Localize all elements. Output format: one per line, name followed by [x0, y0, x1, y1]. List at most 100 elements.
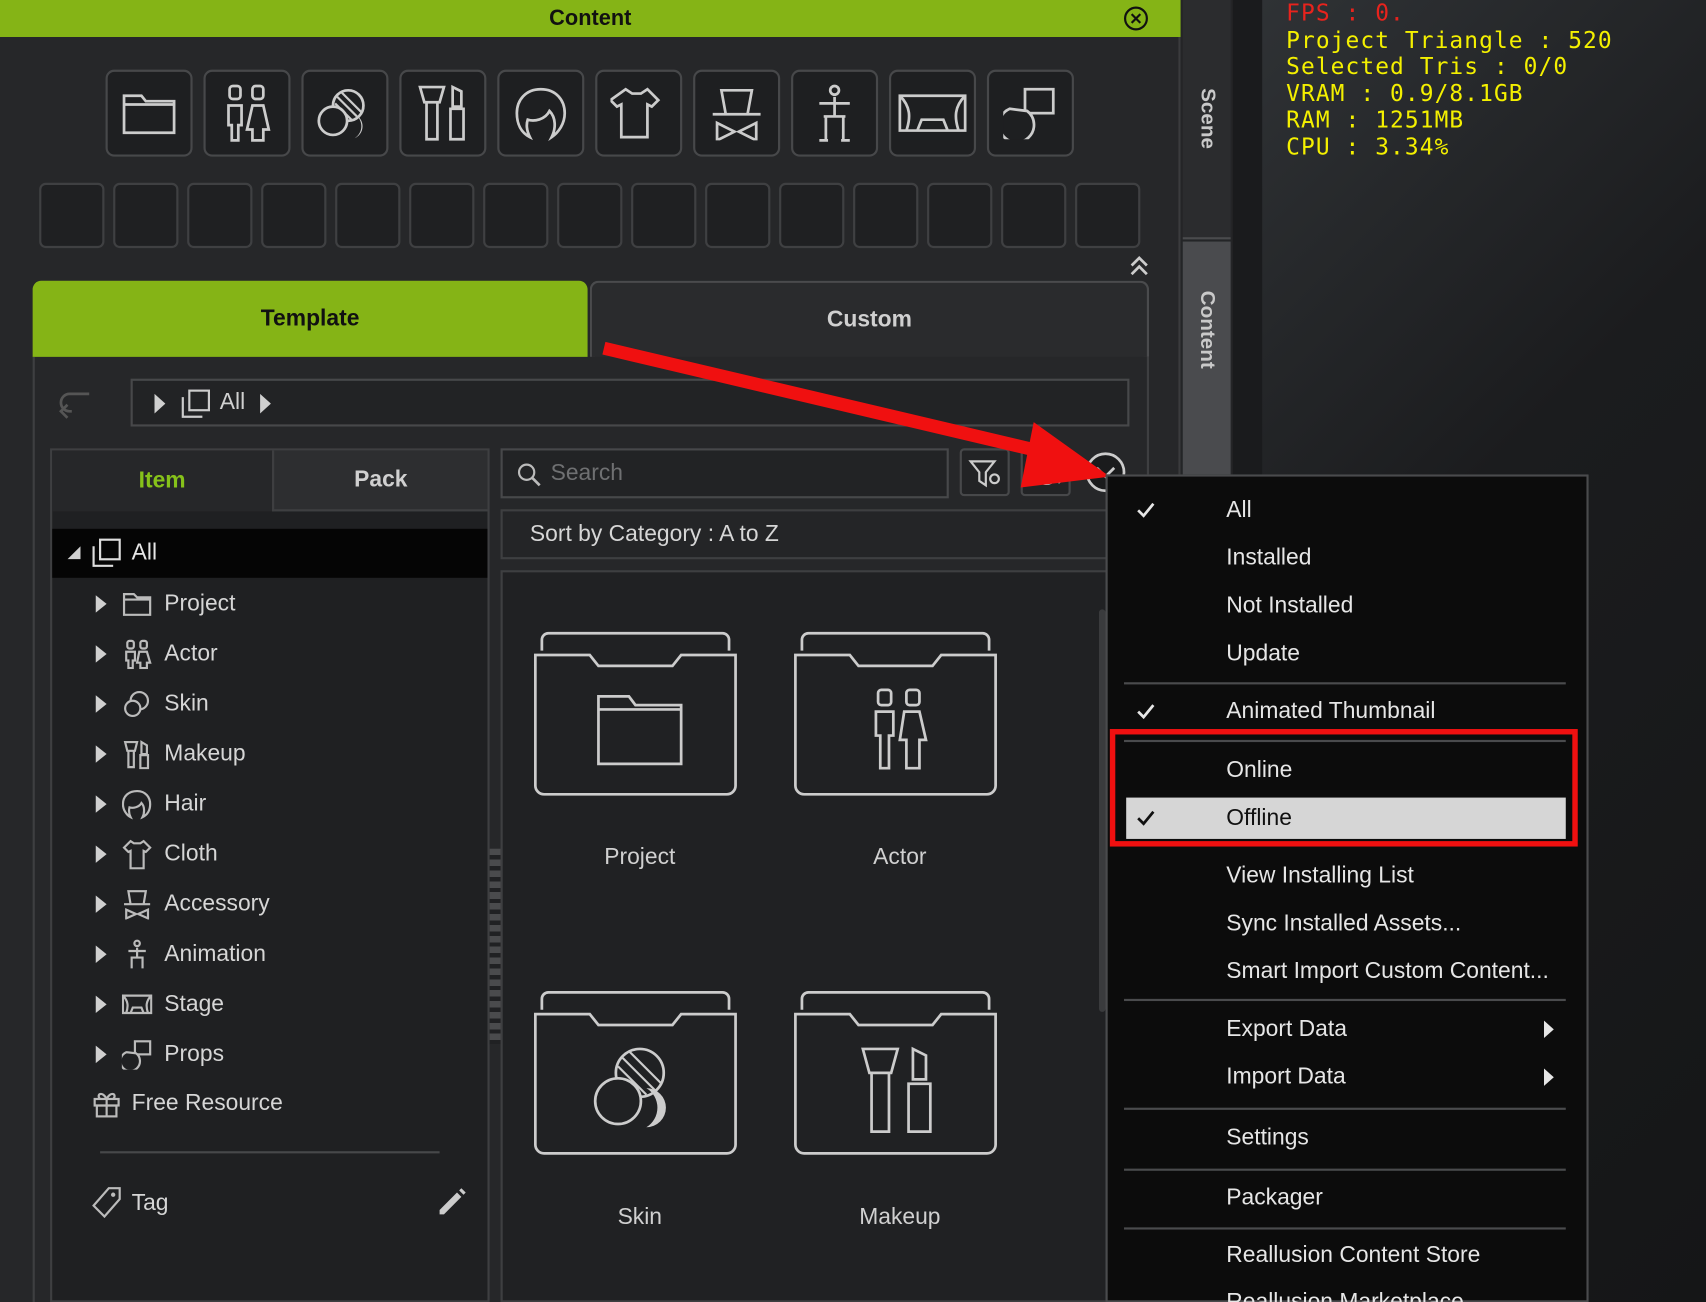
- menu-item-animated-thumbnail[interactable]: Animated Thumbnail: [1126, 691, 1566, 732]
- tree-item-label: Props: [164, 1041, 224, 1067]
- menu-item-all[interactable]: All: [1126, 490, 1566, 531]
- menu-item-installed[interactable]: Installed: [1126, 538, 1566, 579]
- expand-right-icon[interactable]: [95, 795, 107, 813]
- quick-slot[interactable]: [779, 182, 845, 249]
- quick-slot[interactable]: [113, 182, 179, 249]
- expand-right-icon[interactable]: [95, 745, 107, 763]
- quick-slot[interactable]: [1001, 182, 1067, 249]
- menu-item-packager[interactable]: Packager: [1126, 1177, 1566, 1218]
- quick-slot[interactable]: [335, 182, 401, 249]
- tree-item-stage[interactable]: Stage: [52, 979, 487, 1029]
- expand-right-icon[interactable]: [95, 595, 107, 613]
- expand-right-icon[interactable]: [95, 945, 107, 963]
- quick-slot[interactable]: [261, 182, 327, 249]
- tree-item-label: Actor: [164, 640, 218, 666]
- category-animation-button[interactable]: [791, 69, 879, 157]
- quick-slot[interactable]: [39, 182, 105, 249]
- tree-item-animation[interactable]: Animation: [52, 929, 487, 979]
- tile-makeup[interactable]: [791, 988, 1009, 1162]
- expand-right-icon[interactable]: [95, 1045, 107, 1064]
- tree-item-all[interactable]: All: [52, 528, 488, 578]
- category-hair-button[interactable]: [497, 69, 585, 157]
- tree-item-accessory[interactable]: Accessory: [52, 879, 487, 929]
- tab-template[interactable]: Template: [32, 280, 588, 357]
- collapse-button[interactable]: [1127, 254, 1151, 278]
- menu-item-reallusion-content-store[interactable]: Reallusion Content Store: [1126, 1235, 1566, 1276]
- animation-icon: [128, 939, 146, 969]
- selected-tris-readout: Selected Tris : 0/0: [1286, 53, 1569, 80]
- menu-item-label: Reallusion Content Store: [1226, 1242, 1481, 1268]
- annotation-highlight-box: [1109, 729, 1578, 847]
- expand-down-icon: [67, 546, 81, 560]
- tree-item-project[interactable]: Project: [52, 579, 487, 629]
- tree-item-actor[interactable]: Actor: [52, 629, 487, 679]
- folder-project-icon: [533, 631, 737, 796]
- tile-skin[interactable]: [531, 988, 749, 1162]
- expand-right-icon[interactable]: [95, 695, 107, 713]
- quick-slot[interactable]: [853, 182, 919, 249]
- tree-item-label: Skin: [164, 690, 209, 716]
- tree-item-skin[interactable]: Skin: [52, 679, 487, 729]
- accessory-icon: [124, 890, 151, 920]
- tree-item-props[interactable]: Props: [52, 1029, 487, 1079]
- expand-right-icon[interactable]: [95, 895, 107, 913]
- tree-item-cloth[interactable]: Cloth: [52, 829, 487, 879]
- back-button[interactable]: [57, 387, 96, 420]
- expand-right-icon[interactable]: [95, 845, 107, 863]
- annotation-arrow: [602, 341, 1110, 488]
- side-tab-scene[interactable]: Scene: [1182, 0, 1231, 240]
- close-icon: [1124, 6, 1148, 31]
- quick-slot[interactable]: [631, 182, 697, 249]
- checkmark-icon: [1137, 502, 1155, 518]
- quick-slot[interactable]: [409, 182, 475, 249]
- expand-right-icon[interactable]: [95, 645, 107, 663]
- menu-item-sync-installed-assets[interactable]: Sync Installed Assets...: [1126, 903, 1566, 944]
- sort-label[interactable]: Sort by Category : A to Z: [530, 521, 779, 547]
- category-skin-button[interactable]: [301, 69, 389, 157]
- tile-label: Project: [604, 844, 676, 870]
- tab-item[interactable]: Item: [52, 450, 273, 512]
- fps-readout: FPS : 0.: [1286, 0, 1405, 27]
- menu-item-export-data[interactable]: Export Data: [1126, 1009, 1566, 1050]
- menu-separator: [1124, 682, 1566, 685]
- category-project-button[interactable]: [105, 69, 193, 157]
- tree-item-free-resource[interactable]: Free Resource: [52, 1079, 487, 1129]
- quick-slot[interactable]: [557, 182, 623, 249]
- tag-row[interactable]: Tag: [91, 1184, 483, 1223]
- animation-icon: [819, 84, 850, 142]
- category-cloth-button[interactable]: [595, 69, 683, 157]
- menu-item-update[interactable]: Update: [1126, 633, 1566, 674]
- menu-separator: [1124, 1227, 1566, 1230]
- category-actor-button[interactable]: [203, 69, 291, 157]
- menu-item-label: Settings: [1226, 1125, 1309, 1151]
- menu-item-import-data[interactable]: Import Data: [1126, 1057, 1566, 1098]
- tile-project[interactable]: [531, 629, 749, 803]
- expand-right-icon[interactable]: [95, 995, 107, 1014]
- tab-pack[interactable]: Pack: [272, 450, 488, 512]
- quick-slot[interactable]: [705, 182, 771, 249]
- menu-item-reallusion-marketplace[interactable]: Reallusion Marketplace: [1126, 1282, 1566, 1302]
- tile-actor[interactable]: [791, 629, 1009, 803]
- menu-item-not-installed[interactable]: Not Installed: [1126, 585, 1566, 626]
- category-makeup-button[interactable]: [399, 69, 487, 157]
- category-props-button[interactable]: [986, 69, 1074, 157]
- makeup-icon: [123, 740, 150, 770]
- tree-item-makeup[interactable]: Makeup: [52, 729, 487, 779]
- quick-slot[interactable]: [483, 182, 549, 249]
- tree-item-hair[interactable]: Hair: [52, 779, 487, 829]
- category-accessory-button[interactable]: [693, 69, 781, 157]
- breadcrumb-label[interactable]: All: [220, 390, 245, 416]
- vram-readout: VRAM : 0.9/8.1GB: [1286, 79, 1524, 107]
- actor-icon: [227, 84, 271, 142]
- splitter-handle[interactable]: [489, 848, 501, 1045]
- quick-slot[interactable]: [1075, 182, 1141, 249]
- chevron-right-icon: [260, 393, 271, 414]
- submenu-arrow-icon: [1544, 1068, 1554, 1086]
- quick-slot[interactable]: [927, 182, 993, 249]
- close-button[interactable]: [1122, 4, 1150, 32]
- menu-item-view-installing-list[interactable]: View Installing List: [1126, 855, 1566, 896]
- menu-item-smart-import-custom-content[interactable]: Smart Import Custom Content...: [1126, 951, 1566, 992]
- quick-slot[interactable]: [187, 182, 253, 249]
- menu-item-settings[interactable]: Settings: [1126, 1117, 1566, 1158]
- category-stage-button[interactable]: [888, 69, 977, 157]
